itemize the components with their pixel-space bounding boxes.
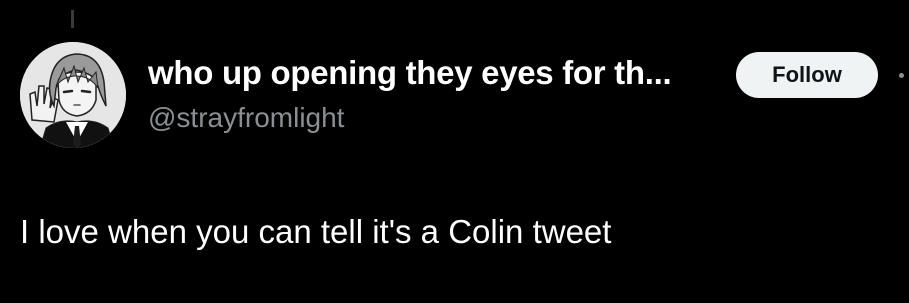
follow-button[interactable]: Follow <box>736 52 878 98</box>
more-options-icon[interactable] <box>899 73 904 78</box>
user-handle[interactable]: @strayfromlight <box>148 102 344 134</box>
avatar-image <box>20 42 126 148</box>
tweet-card: who up opening they eyes for th... @stra… <box>0 0 909 303</box>
avatar[interactable] <box>20 42 126 148</box>
thread-line <box>71 10 74 28</box>
display-name[interactable]: who up opening they eyes for th... <box>148 54 672 92</box>
tweet-text: I love when you can tell it's a Colin tw… <box>20 213 612 250</box>
